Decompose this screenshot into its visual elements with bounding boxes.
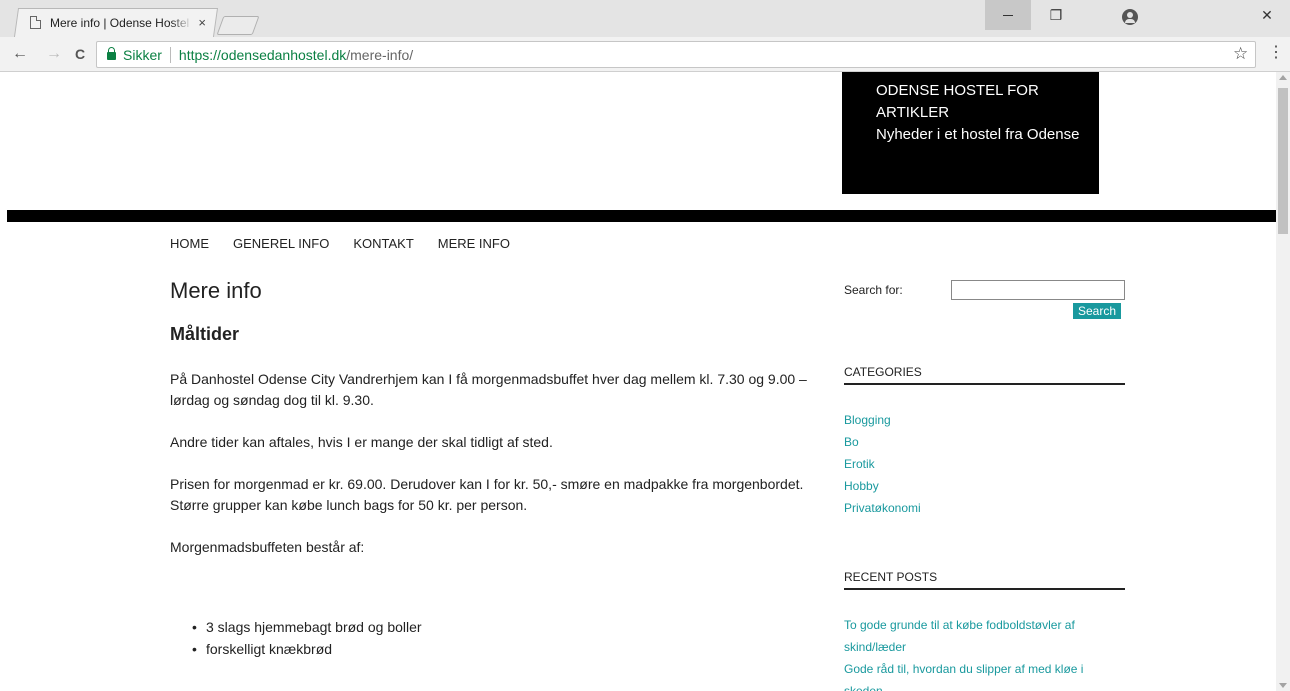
close-window-button[interactable]: ✕ (1244, 0, 1290, 30)
site-header-badge: ODENSE HOSTEL FOR ARTIKLER Nyheder i et … (842, 72, 1099, 194)
page-icon (30, 16, 41, 29)
category-link-privatokonomi[interactable]: Privatøkonomi (844, 501, 921, 515)
url-path: /mere-info/ (346, 46, 414, 63)
url-host: https://odensedanhostel.dk (178, 46, 347, 63)
main-navigation: HOME GENEREL INFO KONTAKT MERE INFO (170, 236, 534, 251)
nav-item-home[interactable]: HOME (170, 236, 209, 251)
back-icon[interactable]: ← (12, 44, 28, 64)
tab-close-icon[interactable]: × (198, 15, 206, 30)
header-divider (7, 210, 1276, 222)
recent-posts-heading: RECENT POSTS (844, 570, 1125, 590)
browser-tabstrip: Mere info | Odense Hostel × ❐ ✕ (0, 0, 1290, 37)
browser-toolbar: ← → C Sikker https://odensedanhostel.dk /… (0, 37, 1290, 72)
paragraph-other-times: Andre tider kan aftales, hvis I er mange… (170, 434, 553, 450)
list-item: 3 slags hjemmebagt brød og boller (192, 616, 810, 638)
new-tab-button[interactable] (216, 16, 260, 35)
section-title: Måltider (170, 324, 240, 344)
nav-item-kontakt[interactable]: KONTAKT (353, 236, 413, 251)
secure-label: Sikker (123, 46, 162, 63)
search-input[interactable] (951, 280, 1125, 300)
browser-tab[interactable]: Mere info | Odense Hostel × (16, 8, 216, 37)
nav-item-generel-info[interactable]: GENEREL INFO (233, 236, 329, 251)
url-separator (169, 46, 171, 63)
site-tagline: Nyheder i et hostel fra Odense (876, 126, 1080, 143)
tab-title: Mere info | Odense Hostel (50, 15, 190, 30)
main-content: Mere info Måltider På Danhostel Odense C… (170, 278, 810, 660)
category-link-bo[interactable]: Bo (844, 435, 859, 449)
bookmark-star-icon[interactable]: ☆ (1233, 44, 1248, 64)
page-title: Mere info (170, 278, 262, 303)
site-title: ODENSE HOSTEL FOR ARTIKLER (876, 82, 1039, 121)
recent-post-link[interactable]: To gode grunde til at købe fodboldstøvle… (844, 618, 1075, 654)
search-widget: Search for: Search (844, 278, 1125, 320)
nav-item-mere-info[interactable]: MERE INFO (438, 236, 510, 251)
scroll-thumb[interactable] (1278, 88, 1288, 234)
paragraph-price: Prisen for morgenmad er kr. 69.00. Derud… (170, 476, 804, 513)
minimize-button[interactable] (985, 0, 1031, 30)
forward-icon[interactable]: → (46, 44, 62, 64)
category-link-blogging[interactable]: Blogging (844, 413, 891, 427)
recent-post-link[interactable]: Gode råd til, hvordan du slipper af med … (844, 662, 1083, 691)
search-label: Search for: (844, 283, 903, 297)
restore-button[interactable]: ❐ (1033, 0, 1079, 30)
category-link-erotik[interactable]: Erotik (844, 457, 875, 471)
categories-list: Blogging Bo Erotik Hobby Privatøkonomi (844, 409, 1125, 519)
profile-icon[interactable] (1122, 9, 1138, 25)
sidebar: Search for: Search CATEGORIES Blogging B… (844, 278, 1125, 691)
categories-heading: CATEGORIES (844, 365, 1125, 385)
page-scrollbar[interactable] (1276, 72, 1290, 691)
buffet-list: 3 slags hjemmebagt brød og boller forske… (170, 616, 810, 660)
category-link-hobby[interactable]: Hobby (844, 479, 879, 493)
lock-icon (107, 47, 116, 60)
paragraph-buffet-intro: Morgenmadsbuffeten består af: (170, 539, 365, 555)
page-viewport: ODENSE HOSTEL FOR ARTIKLER Nyheder i et … (0, 72, 1276, 691)
scroll-down-arrow[interactable] (1279, 683, 1287, 688)
paragraph-hours: På Danhostel Odense City Vandrerhjem kan… (170, 371, 807, 408)
browser-menu-icon[interactable]: ⋮ (1268, 43, 1284, 63)
list-item: forskelligt knækbrød (192, 638, 810, 660)
search-button[interactable]: Search (1073, 303, 1122, 319)
reload-icon[interactable]: C (75, 44, 85, 64)
address-bar[interactable]: Sikker https://odensedanhostel.dk/mere-i… (96, 41, 1256, 68)
scroll-up-arrow[interactable] (1279, 75, 1287, 80)
recent-posts-list: To gode grunde til at købe fodboldstøvle… (844, 614, 1125, 691)
